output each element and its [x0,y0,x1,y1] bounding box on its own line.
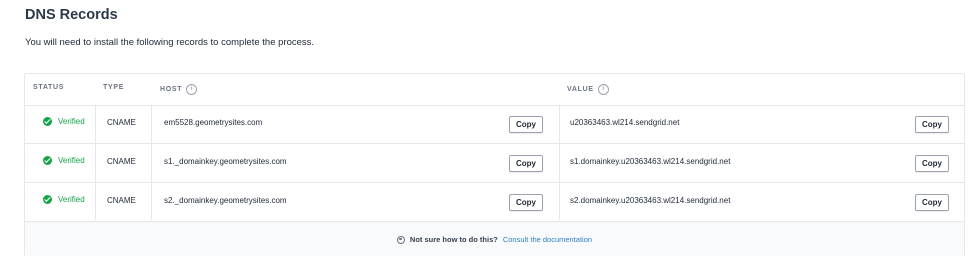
status-badge: Verified [43,195,85,204]
lifebuoy-icon [396,235,405,244]
column-header-value: VALUE i [567,84,609,95]
copy-value-button[interactable]: Copy [915,155,949,172]
status-badge: Verified [43,156,85,165]
record-value: u20363463.wl214.sendgrid.net [570,118,680,127]
record-type: CNAME [107,118,136,127]
table-row: Verified CNAME s2._domainkey.geometrysit… [25,183,964,222]
documentation-link[interactable]: Consult the documentation [503,235,592,244]
copy-host-button[interactable]: Copy [509,155,543,172]
status-badge: Verified [43,117,85,126]
check-circle-icon [43,195,52,204]
record-type: CNAME [107,196,136,205]
column-header-host: HOST i [160,84,198,95]
info-icon[interactable]: i [597,84,609,95]
page-title: DNS Records [25,7,118,23]
record-host: s2._domainkey.geometrysites.com [164,196,287,205]
copy-value-button[interactable]: Copy [915,116,949,133]
record-value: s1.domainkey.u20363463.wl214.sendgrid.ne… [570,157,731,166]
help-message: Not sure how to do this? Consult the doc… [25,235,964,244]
record-host: s1._domainkey.geometrysites.com [164,157,287,166]
record-host: em5528.geometrysites.com [164,118,263,127]
table-header: STATUS TYPE HOST i VALUE i [25,74,964,106]
page-subtitle: You will need to install the following r… [25,37,315,48]
record-value: s2.domainkey.u20363463.wl214.sendgrid.ne… [570,196,731,205]
table-footer: Not sure how to do this? Consult the doc… [25,222,964,256]
copy-host-button[interactable]: Copy [509,194,543,211]
dns-records-table: STATUS TYPE HOST i VALUE i Verified CNAM… [24,73,965,256]
info-icon[interactable]: i [186,84,198,95]
check-circle-icon [43,156,52,165]
copy-value-button[interactable]: Copy [915,194,949,211]
column-header-type: TYPE [103,84,125,91]
table-row: Verified CNAME em5528.geometrysites.com … [25,105,964,144]
record-type: CNAME [107,157,136,166]
table-row: Verified CNAME s1._domainkey.geometrysit… [25,144,964,183]
copy-host-button[interactable]: Copy [509,116,543,133]
column-header-status: STATUS [33,84,65,91]
check-circle-icon [43,117,52,126]
